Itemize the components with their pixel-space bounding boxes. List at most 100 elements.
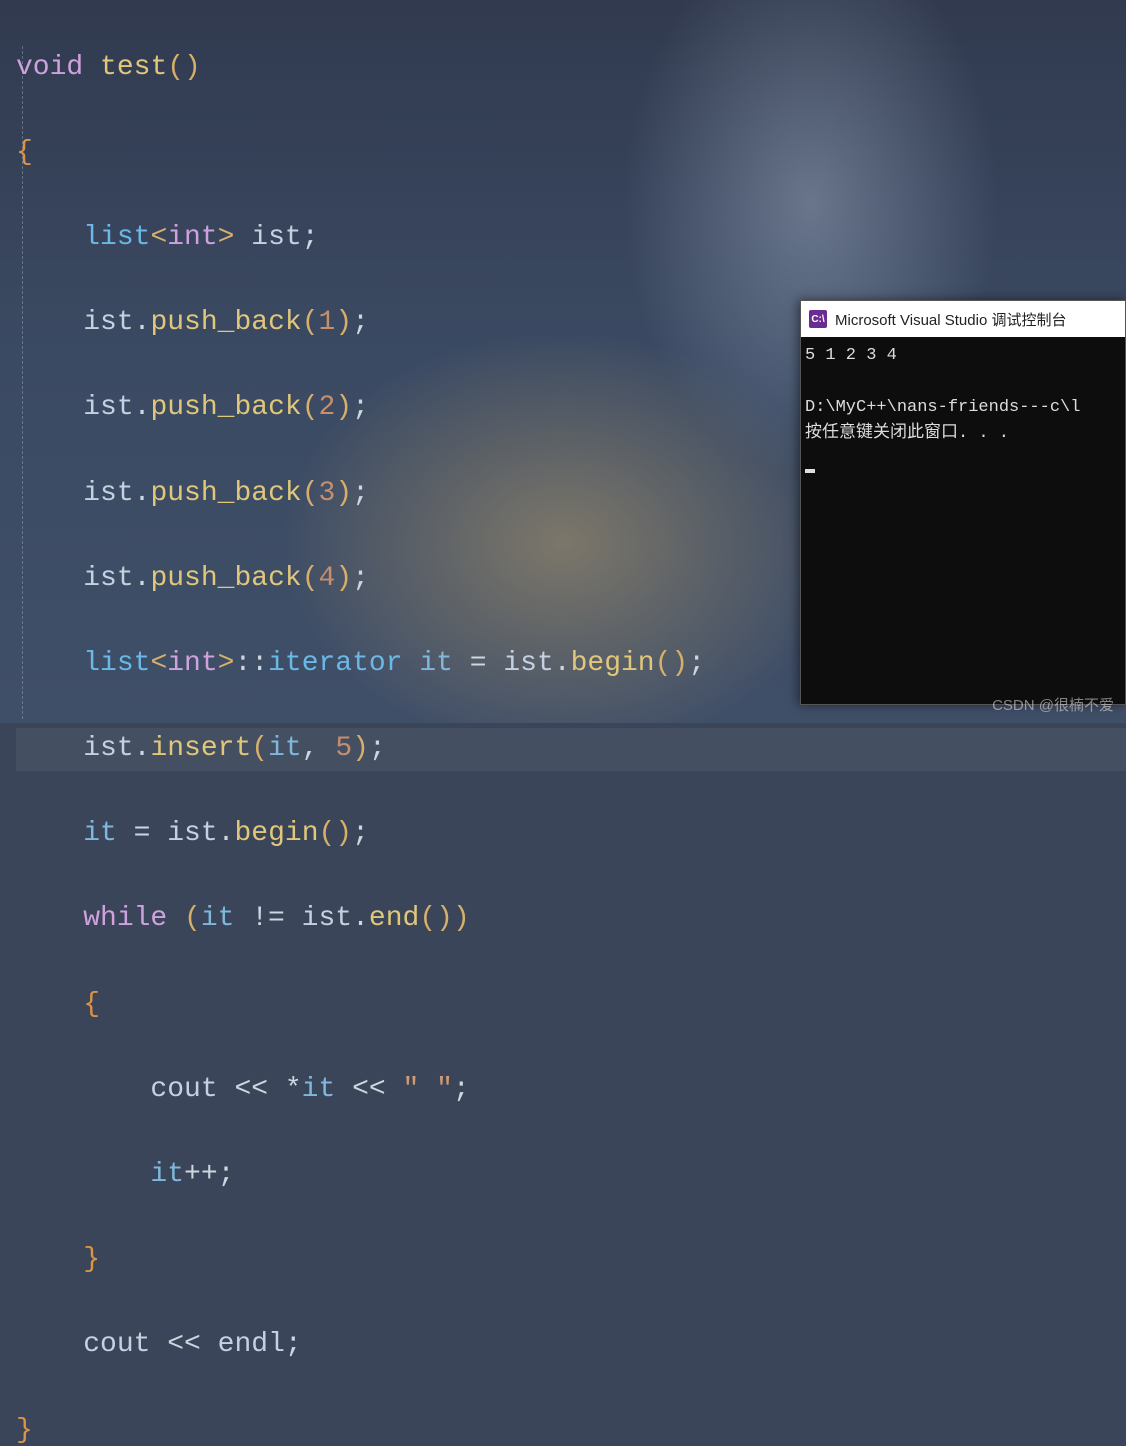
fn-begin: begin	[234, 818, 318, 849]
parens: ()	[319, 818, 353, 849]
fn-end: end	[369, 903, 419, 934]
semi: ;	[302, 222, 319, 253]
brace-close: }	[83, 1244, 100, 1275]
var-it: it	[302, 1074, 336, 1105]
lparen: (	[251, 733, 268, 764]
watermark: CSDN @很楠不爱	[992, 694, 1114, 715]
num-2: 2	[319, 392, 336, 423]
lparen: (	[302, 307, 319, 338]
fn-push-back: push_back	[150, 392, 301, 423]
type-iterator: iterator	[268, 648, 402, 679]
semi: ;	[285, 1329, 302, 1360]
rparen: )	[335, 478, 352, 509]
dot: .	[134, 478, 151, 509]
semi: ;	[688, 648, 705, 679]
fn-push-back: push_back	[150, 478, 301, 509]
code-line: }	[16, 1410, 1126, 1446]
dot: .	[352, 903, 369, 934]
console-cursor	[805, 469, 815, 473]
code-line: {	[16, 132, 1126, 175]
var-ist: ist	[83, 478, 133, 509]
num-4: 4	[319, 563, 336, 594]
comma: ,	[302, 733, 336, 764]
parens: ()	[655, 648, 689, 679]
code-line: }	[16, 1239, 1126, 1282]
cout: cout	[83, 1329, 150, 1360]
dot: .	[134, 563, 151, 594]
fn-insert: insert	[150, 733, 251, 764]
console-title-bar[interactable]: C:\ Microsoft Visual Studio 调试控制台	[801, 301, 1125, 337]
code-line: list<int> ist;	[16, 217, 1126, 260]
rparen: )	[335, 563, 352, 594]
keyword-void: void	[16, 52, 83, 83]
var-ist: ist	[83, 733, 133, 764]
code-line: it = ist.begin();	[16, 813, 1126, 856]
op-assign: =	[453, 648, 503, 679]
var-ist: ist	[251, 222, 301, 253]
op-deref: *	[285, 1074, 302, 1105]
var-ist: ist	[83, 563, 133, 594]
cout: cout	[150, 1074, 217, 1105]
var-it: it	[83, 818, 117, 849]
op-ne: !=	[234, 903, 301, 934]
num-1: 1	[319, 307, 336, 338]
keyword-while: while	[83, 903, 167, 934]
semi: ;	[369, 733, 386, 764]
lparen: (	[302, 478, 319, 509]
rparen: )	[453, 903, 470, 934]
console-title: Microsoft Visual Studio 调试控制台	[835, 309, 1066, 330]
code-line: it++;	[16, 1154, 1126, 1197]
type-int: int	[167, 222, 217, 253]
parens: ()	[419, 903, 453, 934]
fn-push-back: push_back	[150, 563, 301, 594]
brace-open: {	[83, 989, 100, 1020]
semi: ;	[453, 1074, 470, 1105]
semi: ;	[352, 818, 369, 849]
code-line: cout << endl;	[16, 1324, 1126, 1367]
code-line: {	[16, 984, 1126, 1027]
fn-push-back: push_back	[150, 307, 301, 338]
function-name: test	[100, 52, 167, 83]
dot: .	[134, 733, 151, 764]
angle-gt: >	[218, 648, 235, 679]
console-output: 5 1 2 3 4	[805, 346, 897, 365]
code-editor[interactable]: void test() { list<int> ist; ist.push_ba…	[16, 4, 1126, 1446]
vs-icon: C:\	[809, 310, 827, 328]
console-body[interactable]: 5 1 2 3 4 D:\MyC++\nans-friends---c\l 按任…	[801, 337, 1125, 479]
op-lshift: <<	[335, 1074, 402, 1105]
angle-lt: <	[150, 222, 167, 253]
semi: ;	[352, 307, 369, 338]
angle-gt: >	[218, 222, 235, 253]
num-3: 3	[319, 478, 336, 509]
console-path: D:\MyC++\nans-friends---c\l	[805, 398, 1080, 417]
semi: ;	[218, 1159, 235, 1190]
code-line: cout << *it << " ";	[16, 1069, 1126, 1112]
type-int: int	[167, 648, 217, 679]
scope-op: ::	[234, 648, 268, 679]
dot: .	[554, 648, 571, 679]
rparen: )	[352, 733, 369, 764]
endl: endl	[218, 1329, 285, 1360]
code-line: while (it != ist.end())	[16, 898, 1126, 941]
brace-close: }	[16, 1415, 33, 1446]
lparen: (	[302, 392, 319, 423]
var-ist: ist	[83, 392, 133, 423]
op-lshift: <<	[150, 1329, 217, 1360]
debug-console-window[interactable]: C:\ Microsoft Visual Studio 调试控制台 5 1 2 …	[800, 300, 1126, 705]
lparen: (	[167, 903, 201, 934]
op-assign: =	[117, 818, 167, 849]
lparen: (	[302, 563, 319, 594]
op-lshift: <<	[218, 1074, 285, 1105]
brace-open: {	[16, 137, 33, 168]
var-ist: ist	[83, 307, 133, 338]
var-ist: ist	[167, 818, 217, 849]
type-list: list	[83, 648, 150, 679]
angle-lt: <	[150, 648, 167, 679]
rparen: )	[335, 392, 352, 423]
arg-it: it	[268, 733, 302, 764]
var-it: it	[150, 1159, 184, 1190]
dot: .	[134, 307, 151, 338]
console-prompt: 按任意键关闭此窗口. . .	[805, 424, 1009, 443]
semi: ;	[352, 392, 369, 423]
num-5: 5	[335, 733, 352, 764]
